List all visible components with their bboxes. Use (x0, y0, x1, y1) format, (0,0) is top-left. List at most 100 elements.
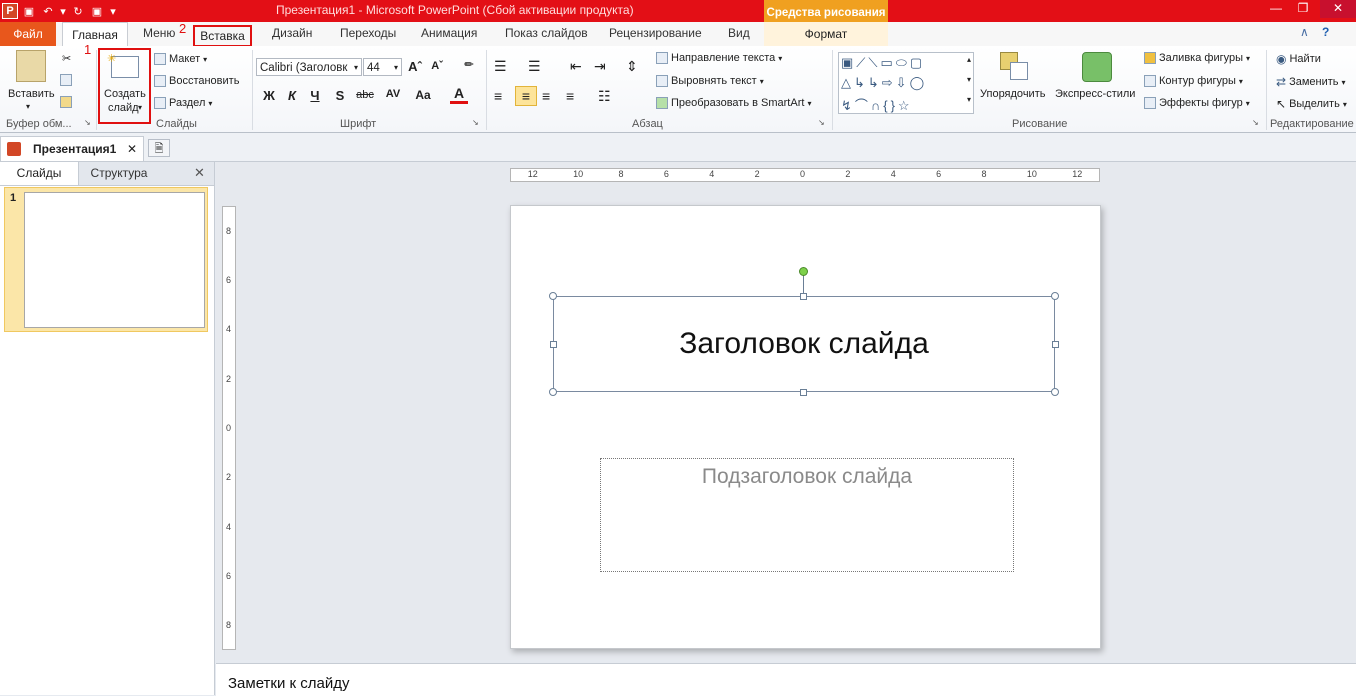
tab-view[interactable]: Вид (728, 26, 750, 40)
underline-button[interactable]: Ч (306, 88, 324, 103)
dialog-launcher-icon[interactable]: ↘ (1252, 118, 1259, 127)
bold-button[interactable]: Ж (260, 88, 278, 103)
tab-home[interactable]: Главная (62, 22, 128, 47)
select-button[interactable]: ↖ Выделить ▾ (1276, 97, 1347, 111)
justify-icon[interactable]: ≡ (566, 88, 574, 104)
gallery-scroll-down-icon[interactable]: ▾ (967, 75, 971, 84)
tab-insert[interactable]: Вставка (193, 25, 252, 47)
shape-effects-button[interactable]: Эффекты фигур ▾ (1144, 97, 1250, 109)
shape-outline-button[interactable]: Контур фигуры ▾ (1144, 75, 1243, 87)
new-slide-button[interactable]: ✳ Создать слайд ▾ (98, 48, 151, 124)
tab-design[interactable]: Дизайн (272, 26, 312, 40)
tab-animation[interactable]: Анимация (421, 26, 477, 40)
tab-slideshow[interactable]: Показ слайдов (505, 26, 588, 40)
cut-icon[interactable]: ✂ (62, 52, 71, 65)
font-color-button[interactable]: A (450, 86, 468, 104)
strikethrough-button[interactable]: abc (354, 89, 376, 101)
font-name-combo[interactable]: Calibri (Заголовк ▾ (256, 58, 362, 76)
rotation-handle-icon[interactable] (799, 267, 808, 276)
paste-button[interactable]: Вставить (8, 88, 55, 100)
resize-handle-left[interactable] (550, 341, 557, 348)
document-tab[interactable]: Презентация1 ✕ (0, 136, 144, 161)
undo-icon[interactable]: ↶ (40, 3, 56, 19)
title-placeholder[interactable]: Заголовок слайда (553, 296, 1055, 392)
change-case-button[interactable]: Aa (410, 88, 436, 102)
shape-fill-button[interactable]: Заливка фигуры ▾ (1144, 52, 1250, 64)
char-spacing-button[interactable]: AV (380, 88, 406, 100)
close-icon[interactable]: ✕ (1320, 0, 1356, 18)
tab-format[interactable]: Формат (764, 22, 888, 46)
align-right-icon[interactable]: ≡ (542, 88, 550, 104)
tab-menu[interactable]: Меню (143, 26, 175, 40)
redo-icon[interactable]: ↻ (70, 3, 86, 19)
find-button[interactable]: ◉ Найти (1276, 52, 1321, 66)
dialog-launcher-icon[interactable]: ↘ (818, 118, 825, 127)
increase-indent-icon[interactable]: ⇥ (594, 58, 606, 75)
restore-icon[interactable]: ❐ (1289, 0, 1317, 18)
resize-handle-right[interactable] (1052, 341, 1059, 348)
powerpoint-app-icon[interactable]: P (2, 3, 18, 19)
resize-handle-bottom-right[interactable] (1051, 388, 1059, 396)
columns-icon[interactable]: ☷ (598, 88, 611, 105)
slide-thumbnail-selected[interactable]: 1 (4, 187, 208, 332)
dialog-launcher-icon[interactable]: ↘ (472, 118, 479, 127)
quick-styles-button[interactable]: Экспресс-стили (1055, 88, 1135, 100)
tab-outline[interactable]: Структура (80, 162, 158, 185)
shapes-gallery[interactable]: ▣⟋⟍▭⬭▢ △↳↳⇨⇩◯ ↯⌒∩{}☆ ▴ ▾ ▾ (838, 52, 974, 114)
resize-handle-top[interactable] (800, 293, 807, 300)
resize-handle-bottom-left[interactable] (549, 388, 557, 396)
chevron-down-icon[interactable]: ▾ (26, 102, 30, 111)
notes-pane[interactable]: Заметки к слайду (216, 663, 1356, 696)
align-text-button[interactable]: Выровнять текст ▾ (656, 75, 764, 87)
tab-slides[interactable]: Слайды (0, 162, 79, 185)
section-button[interactable]: Раздел ▾ (154, 97, 212, 109)
font-size-combo[interactable]: 44 ▾ (363, 58, 402, 76)
close-pane-icon[interactable]: ✕ (194, 165, 205, 181)
help-icon[interactable]: ? (1322, 25, 1329, 39)
text-direction-button[interactable]: Направление текста ▾ (656, 52, 782, 64)
align-center-icon[interactable]: ≡ (515, 86, 537, 106)
line-spacing-icon[interactable]: ⇕ (626, 58, 638, 75)
shrink-font-icon[interactable]: Aˇ (428, 60, 446, 72)
customize-toolbar-icon[interactable]: ▾ (108, 3, 118, 19)
convert-smartart-button[interactable]: Преобразовать в SmartArt ▾ (656, 97, 811, 109)
paste-icon[interactable] (16, 50, 46, 82)
chevron-down-icon[interactable]: ▾ (59, 3, 67, 19)
arrange-button[interactable]: Упорядочить (980, 88, 1045, 100)
ribbon-collapse-icon[interactable]: ∧ (1300, 25, 1309, 39)
gallery-scroll-up-icon[interactable]: ▴ (967, 55, 971, 64)
slideshow-start-icon[interactable]: ▣ (89, 3, 105, 19)
numbering-icon[interactable]: ☰ (528, 58, 541, 75)
tab-file[interactable]: Файл (0, 22, 56, 46)
subtitle-placeholder[interactable]: Подзаголовок слайда (600, 458, 1014, 572)
close-document-icon[interactable]: ✕ (127, 137, 137, 161)
reset-button[interactable]: Восстановить (154, 75, 239, 87)
arrange-icon[interactable] (1000, 52, 1028, 82)
resize-handle-top-left[interactable] (549, 292, 557, 300)
tab-review[interactable]: Рецензирование (609, 26, 702, 40)
decrease-indent-icon[interactable]: ⇤ (570, 58, 582, 75)
layout-button[interactable]: Макет ▾ (154, 53, 207, 65)
tab-transitions[interactable]: Переходы (340, 26, 396, 40)
clear-formatting-icon[interactable]: ✏ (460, 58, 478, 71)
quick-styles-icon[interactable] (1082, 52, 1112, 82)
minimize-icon[interactable]: — (1262, 0, 1290, 18)
dialog-launcher-icon[interactable]: ↘ (84, 118, 91, 127)
format-painter-icon[interactable] (60, 96, 72, 108)
resize-handle-bottom[interactable] (800, 389, 807, 396)
gallery-more-icon[interactable]: ▾ (967, 95, 971, 104)
italic-button[interactable]: К (283, 88, 301, 103)
slide-subtitle-text[interactable]: Подзаголовок слайда (601, 465, 1013, 489)
bullets-icon[interactable]: ☰ (494, 58, 507, 75)
save-icon[interactable]: ▣ (21, 3, 37, 19)
slide-canvas[interactable]: Заголовок слайда Подзаголовок слайда (510, 205, 1101, 649)
align-left-icon[interactable]: ≡ (494, 88, 502, 104)
text-shadow-button[interactable]: S (331, 88, 349, 103)
copy-icon[interactable] (60, 74, 72, 86)
grow-font-icon[interactable]: Aˆ (406, 59, 424, 74)
notes-placeholder[interactable]: Заметки к слайду (228, 675, 350, 692)
slide-title-text[interactable]: Заголовок слайда (554, 327, 1054, 361)
resize-handle-top-right[interactable] (1051, 292, 1059, 300)
new-document-tab-icon[interactable]: 🗎 (148, 139, 170, 157)
replace-button[interactable]: ⇄ Заменить ▾ (1276, 75, 1346, 89)
